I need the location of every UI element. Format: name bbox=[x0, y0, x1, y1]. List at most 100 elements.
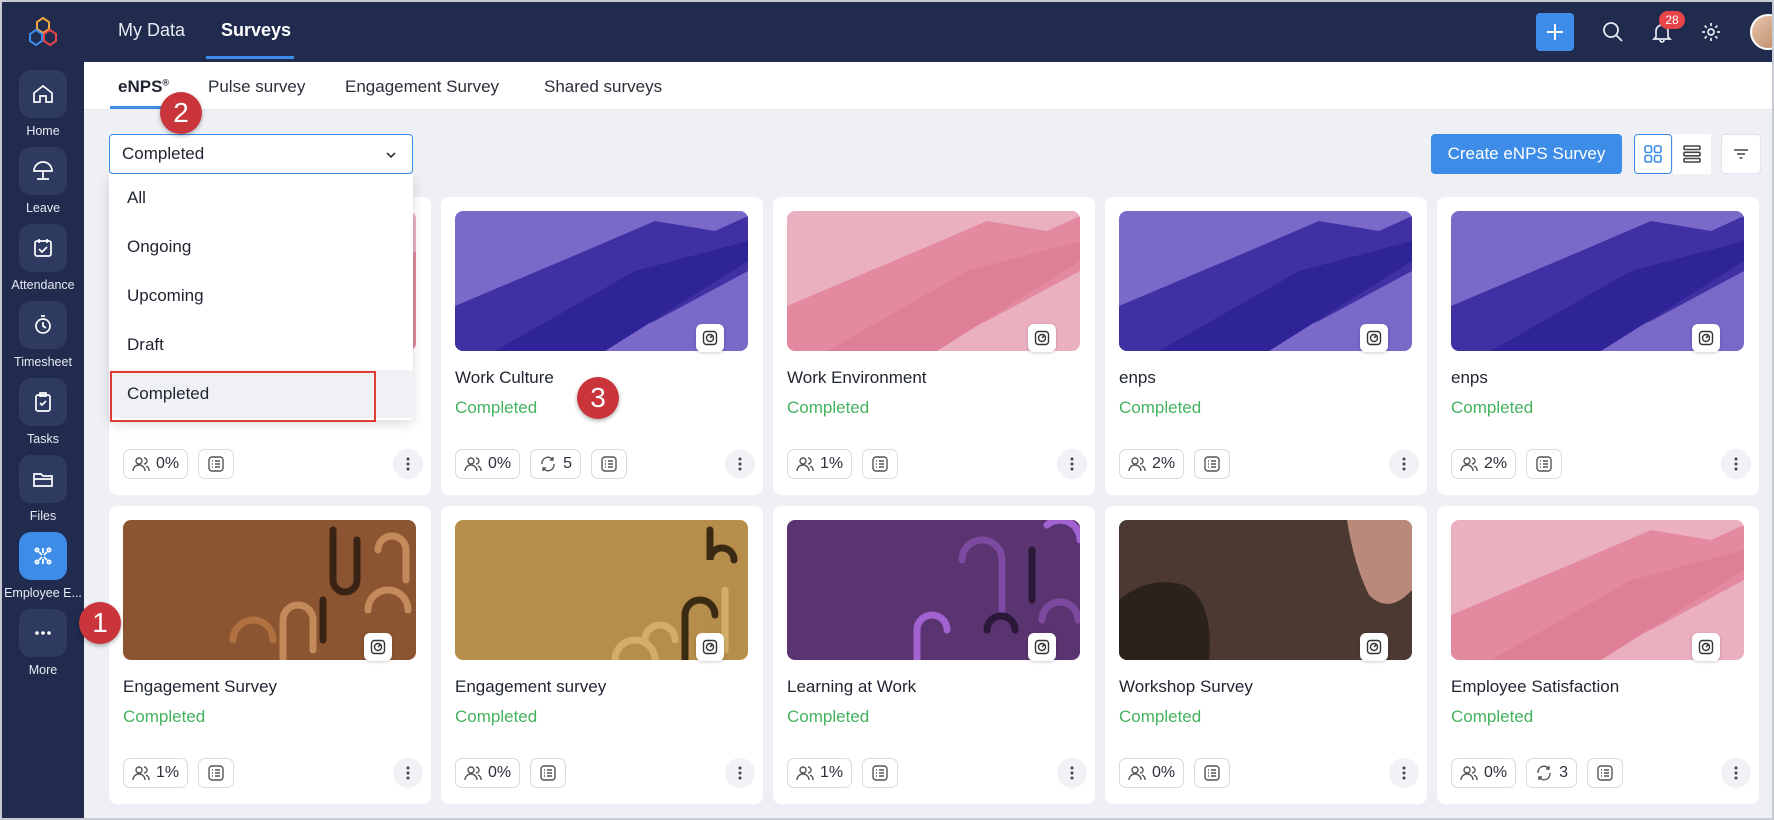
survey-card[interactable]: enps Completed 2% bbox=[1105, 197, 1427, 495]
participation-pill[interactable]: 2% bbox=[1451, 449, 1517, 479]
survey-title[interactable]: enps bbox=[1119, 368, 1156, 388]
tab-shared-surveys[interactable]: Shared surveys bbox=[544, 77, 662, 97]
questions-button[interactable] bbox=[1587, 758, 1624, 788]
card-more-button[interactable] bbox=[1057, 758, 1087, 788]
survey-title[interactable]: Engagement survey bbox=[455, 677, 606, 697]
folder-icon bbox=[19, 455, 67, 503]
list-icon bbox=[1597, 765, 1613, 781]
survey-title[interactable]: Employee Satisfaction bbox=[1451, 677, 1619, 697]
participation-value: 1% bbox=[820, 764, 844, 781]
participation-pill[interactable]: 0% bbox=[1119, 758, 1185, 788]
list-view-button[interactable] bbox=[1673, 134, 1711, 174]
nav-item-employee-engagement[interactable]: Employee E... bbox=[2, 532, 84, 612]
participation-value: 2% bbox=[1152, 455, 1176, 472]
tab-my-data[interactable]: My Data bbox=[118, 20, 185, 41]
survey-title[interactable]: Learning at Work bbox=[787, 677, 916, 697]
add-button[interactable] bbox=[1536, 13, 1574, 51]
nav-label: Home bbox=[26, 124, 60, 138]
filter-option-ongoing[interactable]: Ongoing bbox=[109, 223, 413, 271]
card-more-button[interactable] bbox=[1389, 449, 1419, 479]
filter-button[interactable] bbox=[1721, 134, 1761, 174]
survey-title[interactable]: Engagement Survey bbox=[123, 677, 277, 697]
gear-icon[interactable] bbox=[1698, 19, 1724, 45]
survey-type-icon bbox=[1360, 633, 1388, 661]
survey-card[interactable]: Work Environment Completed 1% bbox=[773, 197, 1095, 495]
card-more-button[interactable] bbox=[1721, 449, 1751, 479]
list-icon bbox=[601, 456, 617, 472]
survey-card[interactable]: Engagement Survey Completed 1% bbox=[109, 506, 431, 804]
list-icon bbox=[872, 765, 888, 781]
questions-button[interactable] bbox=[198, 449, 235, 479]
card-more-button[interactable] bbox=[725, 449, 755, 479]
app-logo-icon[interactable] bbox=[27, 16, 59, 48]
questions-button[interactable] bbox=[198, 758, 235, 788]
survey-status: Completed bbox=[787, 398, 870, 417]
survey-type-icon bbox=[1692, 324, 1720, 352]
survey-card[interactable]: Employee Satisfaction Completed 0% 3 bbox=[1437, 506, 1759, 804]
top-bar: My Data Surveys bbox=[84, 2, 1772, 62]
participants-icon bbox=[1128, 457, 1146, 472]
questions-button[interactable] bbox=[530, 758, 567, 788]
grid-view-button[interactable] bbox=[1634, 134, 1672, 174]
questions-button[interactable] bbox=[862, 758, 899, 788]
nav-item-attendance[interactable]: Attendance bbox=[2, 224, 84, 304]
nav-item-files[interactable]: Files bbox=[2, 455, 84, 535]
survey-status: Completed bbox=[455, 707, 538, 726]
participation-pill[interactable]: 0% bbox=[123, 449, 189, 479]
questions-button[interactable] bbox=[1194, 758, 1231, 788]
participation-pill[interactable]: 1% bbox=[787, 449, 853, 479]
survey-title[interactable]: Workshop Survey bbox=[1119, 677, 1253, 697]
list-icon bbox=[208, 765, 224, 781]
filter-option-upcoming[interactable]: Upcoming bbox=[109, 272, 413, 320]
questions-button[interactable] bbox=[862, 449, 899, 479]
tab-pulse-survey[interactable]: Pulse survey bbox=[208, 77, 305, 97]
tab-surveys[interactable]: Surveys bbox=[221, 20, 291, 41]
participation-pill[interactable]: 1% bbox=[787, 758, 853, 788]
step-marker-3: 3 bbox=[577, 377, 619, 419]
questions-button[interactable] bbox=[1194, 449, 1231, 479]
survey-title[interactable]: Work Culture bbox=[455, 368, 554, 388]
participation-pill[interactable]: 0% bbox=[455, 449, 521, 479]
recurrence-pill[interactable]: 5 bbox=[530, 449, 582, 479]
tab-enps[interactable]: eNPS® bbox=[118, 77, 169, 97]
survey-title[interactable]: enps bbox=[1451, 368, 1488, 388]
questions-button[interactable] bbox=[591, 449, 628, 479]
create-enps-survey-button[interactable]: Create eNPS Survey bbox=[1431, 134, 1622, 174]
active-tab-indicator bbox=[206, 56, 294, 59]
survey-card[interactable]: Engagement survey Completed 0% bbox=[441, 506, 763, 804]
survey-card[interactable]: Workshop Survey Completed 0% bbox=[1105, 506, 1427, 804]
participants-icon bbox=[464, 457, 482, 472]
card-more-button[interactable] bbox=[1389, 758, 1419, 788]
tab-engagement-survey[interactable]: Engagement Survey bbox=[345, 77, 499, 97]
nav-item-more[interactable]: More bbox=[2, 609, 84, 689]
card-more-button[interactable] bbox=[393, 758, 423, 788]
participation-pill[interactable]: 0% bbox=[1451, 758, 1517, 788]
engagement-icon bbox=[19, 532, 67, 580]
survey-card[interactable]: enps Completed 2% bbox=[1437, 197, 1759, 495]
survey-type-icon bbox=[1692, 633, 1720, 661]
card-more-button[interactable] bbox=[1721, 758, 1751, 788]
nav-item-tasks[interactable]: Tasks bbox=[2, 378, 84, 458]
stopwatch-icon bbox=[19, 301, 67, 349]
survey-card[interactable]: Learning at Work Completed 1% bbox=[773, 506, 1095, 804]
filter-option-all[interactable]: All bbox=[109, 174, 413, 222]
nav-item-leave[interactable]: Leave bbox=[2, 147, 84, 227]
participation-pill[interactable]: 2% bbox=[1119, 449, 1185, 479]
recurrence-pill[interactable]: 3 bbox=[1526, 758, 1578, 788]
nav-item-home[interactable]: Home bbox=[2, 70, 84, 150]
card-more-button[interactable] bbox=[725, 758, 755, 788]
questions-button[interactable] bbox=[1526, 449, 1563, 479]
participation-pill[interactable]: 1% bbox=[123, 758, 189, 788]
nav-item-timesheet[interactable]: Timesheet bbox=[2, 301, 84, 381]
card-more-button[interactable] bbox=[393, 449, 423, 479]
survey-card[interactable]: Work Culture Completed 0% 5 bbox=[441, 197, 763, 495]
status-filter-select[interactable]: Completed bbox=[109, 134, 413, 174]
calendar-check-icon bbox=[19, 224, 67, 272]
search-icon[interactable] bbox=[1600, 19, 1626, 45]
participation-pill[interactable]: 0% bbox=[455, 758, 521, 788]
list-icon bbox=[1204, 456, 1220, 472]
card-more-button[interactable] bbox=[1057, 449, 1087, 479]
filter-option-draft[interactable]: Draft bbox=[109, 321, 413, 369]
survey-title[interactable]: Work Environment bbox=[787, 368, 927, 388]
card-footer: 2% bbox=[1119, 449, 1231, 479]
